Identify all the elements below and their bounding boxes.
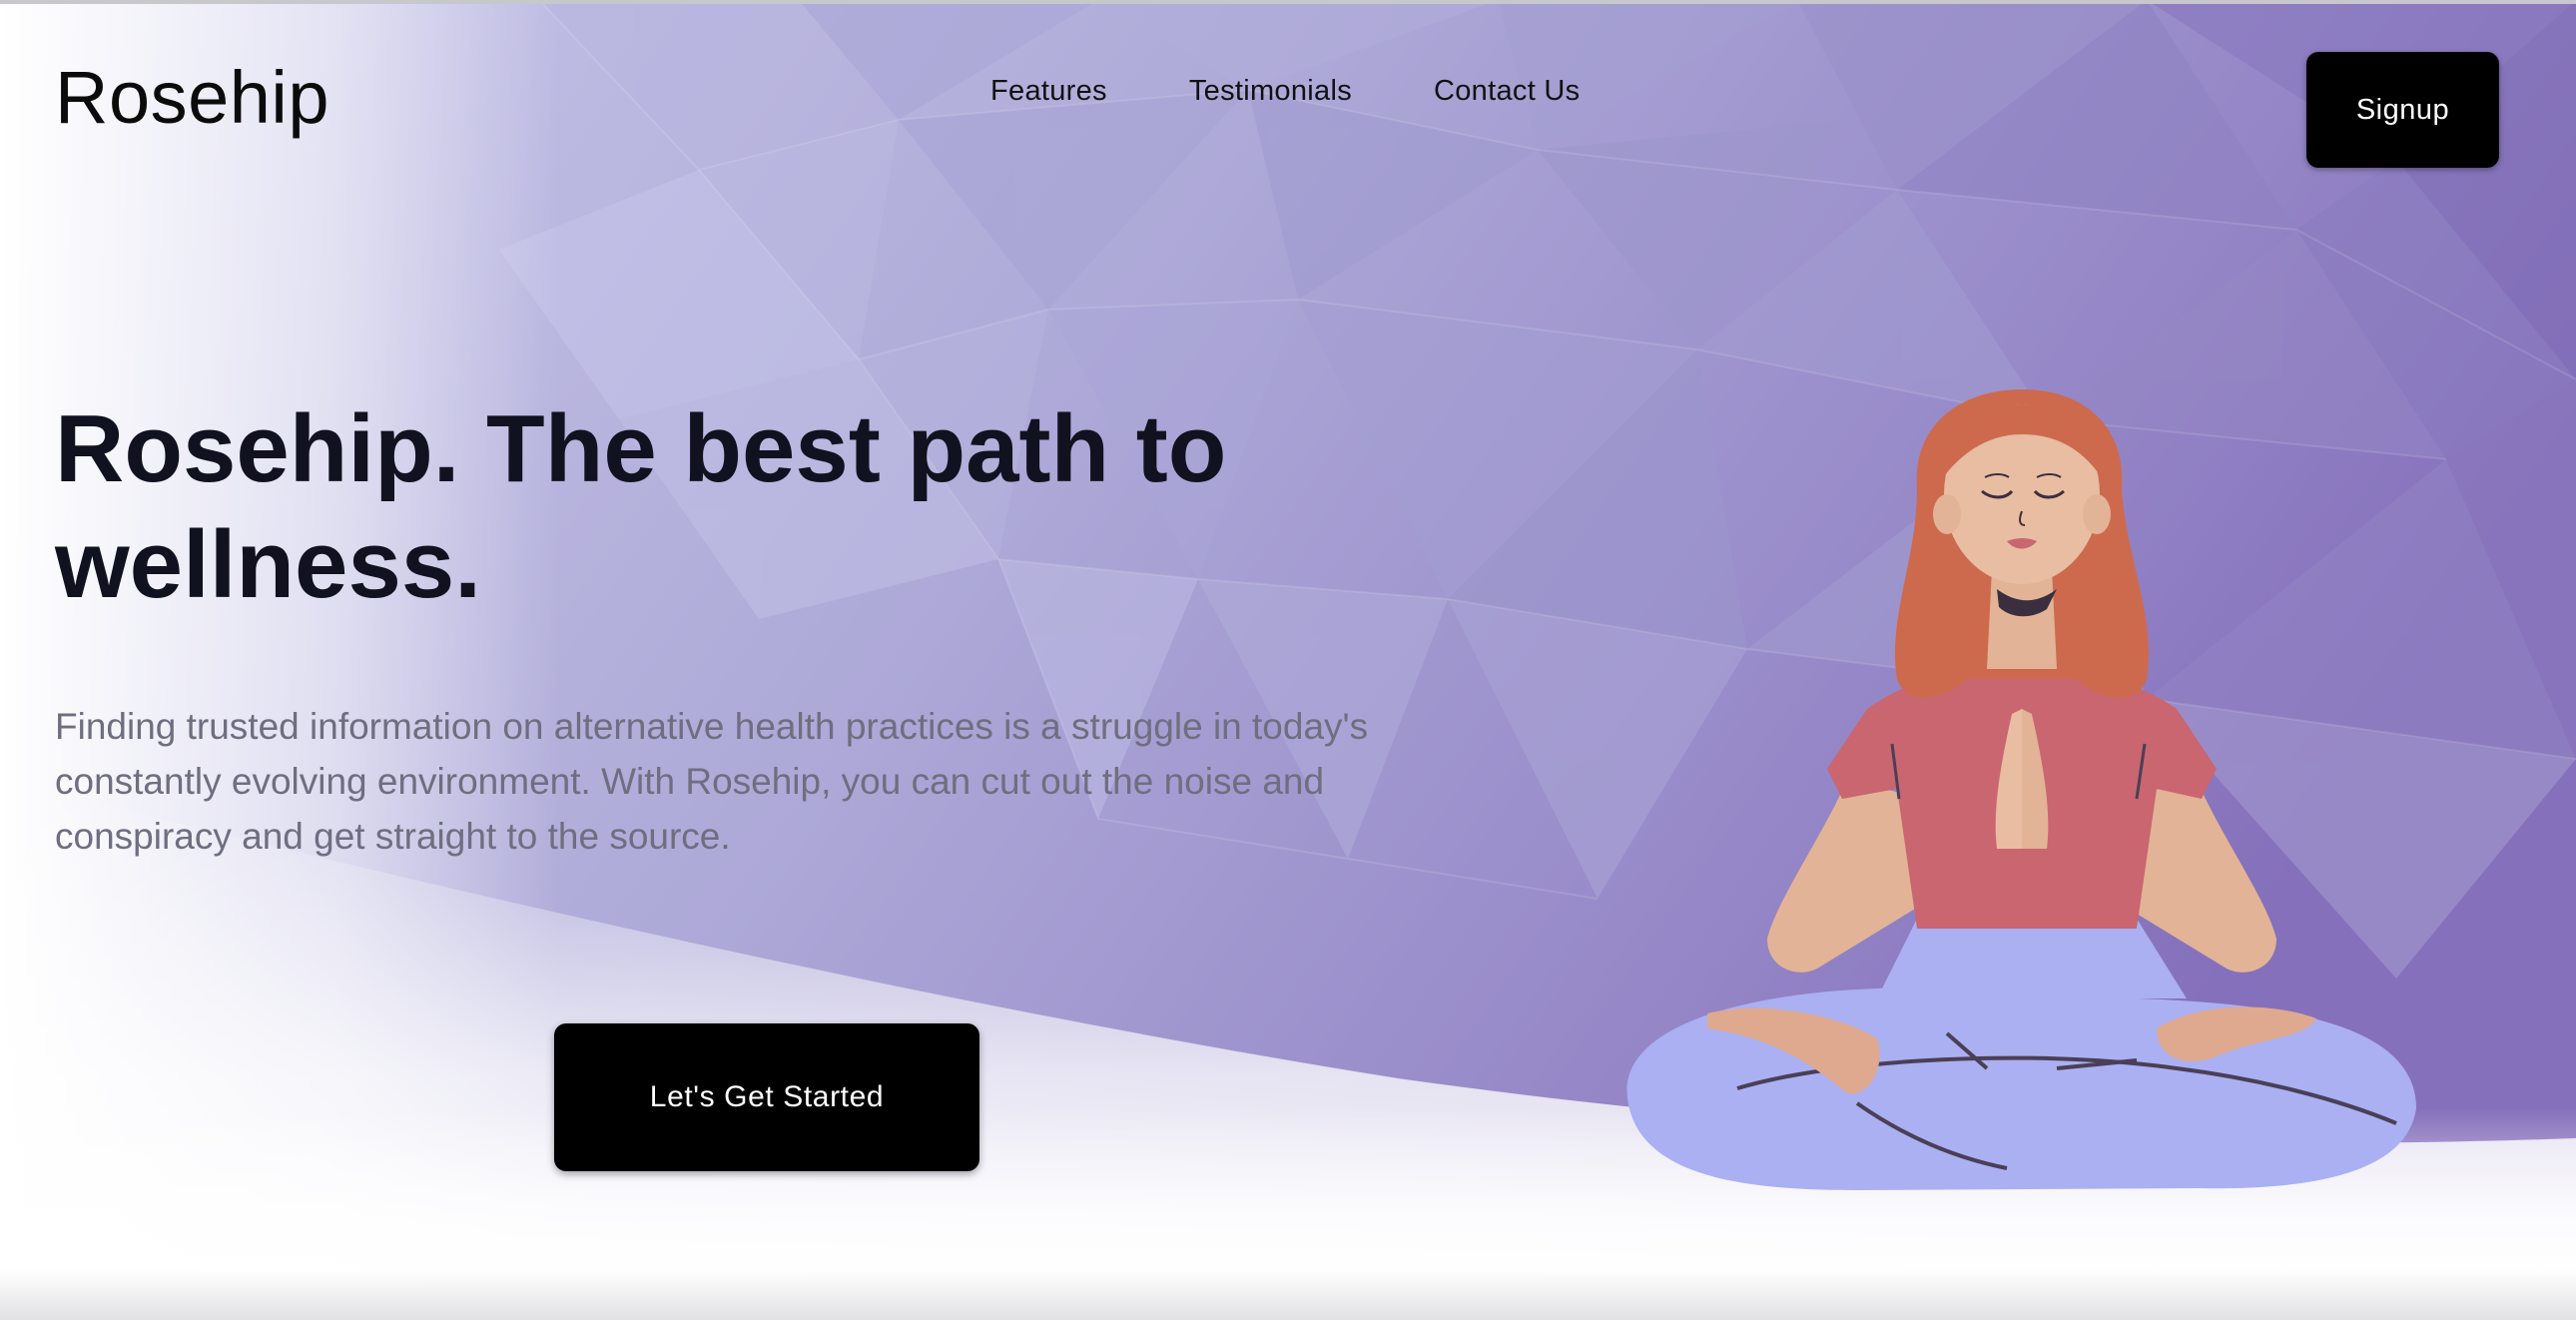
legs — [1626, 919, 2416, 1190]
site-header: Rosehip Features Testimonials Contact Us… — [0, 0, 2576, 200]
top-border — [0, 0, 2576, 4]
nav-contact-link[interactable]: Contact Us — [1434, 75, 1580, 108]
landing-page: Rosehip Features Testimonials Contact Us… — [0, 0, 2576, 1320]
get-started-button[interactable]: Let's Get Started — [554, 1023, 979, 1171]
signup-button[interactable]: Signup — [2306, 52, 2499, 168]
hero-description: Finding trusted information on alternati… — [55, 706, 1369, 857]
main-nav: Features Testimonials Contact Us — [990, 75, 1580, 108]
hero-title: Rosehip. The best path to wellness. — [55, 395, 1227, 618]
nav-testimonials-link[interactable]: Testimonials — [1189, 75, 1352, 108]
brand-logo[interactable]: Rosehip — [55, 55, 329, 140]
bottom-shadow — [0, 1270, 2576, 1320]
head — [1894, 389, 2150, 698]
nav-features-link[interactable]: Features — [990, 75, 1107, 108]
meditating-woman-illustration — [1626, 389, 2416, 1190]
